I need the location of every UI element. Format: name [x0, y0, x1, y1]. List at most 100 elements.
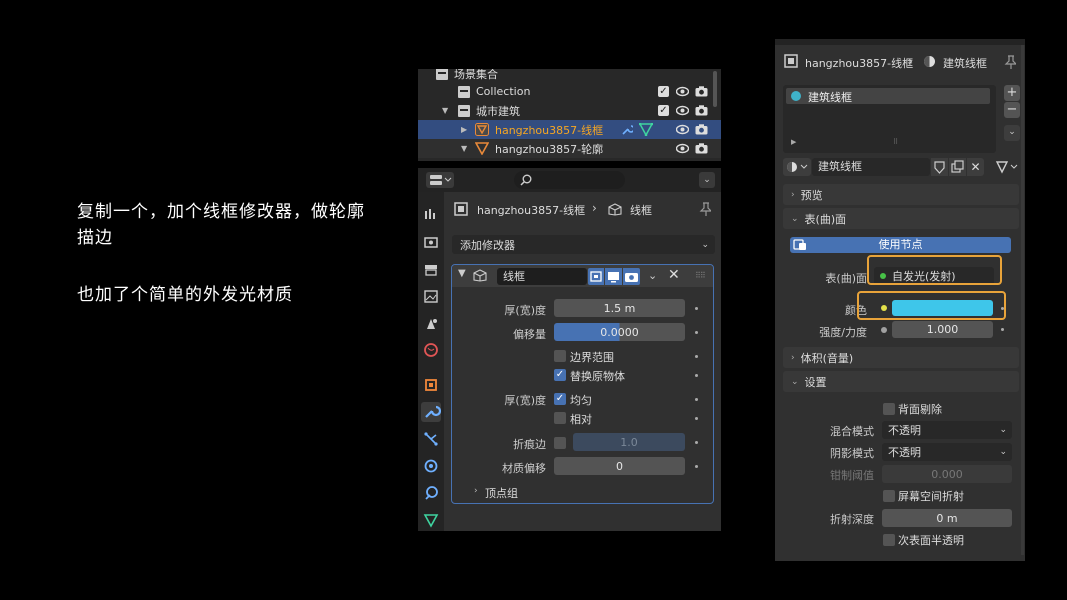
material-offset-field[interactable]: 0	[554, 457, 685, 475]
even-checkbox[interactable]: ✓	[554, 393, 566, 405]
eye-icon[interactable]	[676, 124, 689, 135]
search-icon	[520, 174, 532, 186]
material-name-field[interactable]: 建筑线框	[812, 158, 930, 176]
animate-dot-icon[interactable]	[1001, 328, 1004, 331]
strength-field[interactable]: 1.000	[892, 321, 993, 338]
chevron-down-icon: ⌄	[999, 425, 1007, 435]
tab-view-layer[interactable]	[421, 286, 441, 306]
expand-arrow-icon[interactable]: ▼	[442, 106, 448, 115]
camera-icon[interactable]	[695, 143, 708, 154]
outliner-row-scene-collection[interactable]: 场景集合	[418, 69, 721, 83]
crease-checkbox[interactable]	[554, 437, 566, 449]
preview-section-header[interactable]: › 预览	[783, 184, 1019, 205]
offset-slider[interactable]: 0.0000	[554, 323, 685, 341]
replace-original-checkbox[interactable]: ✓	[554, 369, 566, 381]
shadow-mode-dropdown[interactable]: 不透明 ⌄	[882, 443, 1012, 461]
thickness-field[interactable]: 1.5 m	[554, 299, 685, 317]
camera-icon[interactable]	[695, 124, 708, 135]
unlink-material-button[interactable]: ✕	[967, 158, 984, 176]
editor-type-dropdown[interactable]	[426, 172, 454, 188]
ssr-checkbox[interactable]	[883, 490, 895, 502]
outliner-row-collection[interactable]: Collection ✓	[418, 82, 721, 101]
eye-icon[interactable]	[676, 105, 689, 116]
wrench-icon[interactable]	[621, 124, 635, 139]
animate-dot-icon[interactable]	[695, 307, 698, 310]
tab-modifiers[interactable]	[421, 402, 442, 422]
panel-scrollbar[interactable]	[1021, 45, 1024, 555]
backface-culling-checkbox[interactable]	[883, 403, 895, 415]
include-checkbox[interactable]: ✓	[658, 105, 669, 116]
modifier-name-field[interactable]: 线框	[497, 268, 587, 285]
link-type-dropdown[interactable]	[994, 158, 1021, 176]
vertex-group-subpanel[interactable]: 顶点组	[485, 485, 518, 501]
tab-scene[interactable]	[421, 313, 441, 333]
use-nodes-button[interactable]: 使用节点	[790, 237, 1011, 253]
camera-icon[interactable]	[695, 86, 708, 97]
expand-arrow-icon[interactable]: ▶	[461, 125, 467, 134]
resize-grip-icon[interactable]: ⠿	[893, 138, 898, 146]
header-options-dropdown[interactable]: ⌄	[699, 172, 715, 188]
collapse-arrow-icon[interactable]: ▼	[458, 268, 466, 279]
settings-label: 设置	[804, 375, 827, 389]
tab-constraints[interactable]	[421, 483, 441, 503]
surface-label: 表(曲)面	[825, 272, 867, 285]
expand-arrow-icon[interactable]: ▶	[791, 138, 796, 146]
tab-render[interactable]	[421, 232, 441, 252]
fake-user-button[interactable]	[931, 158, 948, 176]
animate-dot-icon[interactable]	[695, 331, 698, 334]
editmode-toggle[interactable]	[588, 268, 604, 285]
animate-dot-icon[interactable]	[695, 465, 698, 468]
add-modifier-dropdown[interactable]: 添加修改器 ⌄	[452, 235, 715, 254]
tab-output[interactable]	[421, 259, 441, 279]
viewport-display-toggle[interactable]	[605, 268, 622, 285]
thickness-mode-label: 厚(宽)度	[504, 394, 546, 407]
blend-mode-dropdown[interactable]: 不透明 ⌄	[882, 421, 1012, 439]
animate-dot-icon[interactable]	[695, 441, 698, 444]
tab-world[interactable]	[421, 340, 441, 360]
mesh-data-icon[interactable]	[638, 122, 654, 139]
volume-section-header[interactable]: › 体积(音量)	[783, 347, 1019, 368]
pin-icon[interactable]	[699, 202, 713, 219]
tab-object[interactable]	[421, 375, 441, 395]
slot-specials-button[interactable]: ⌄	[1004, 125, 1020, 141]
relative-checkbox[interactable]	[554, 412, 566, 424]
expand-arrow-icon[interactable]: ›	[474, 486, 478, 496]
subsurface-translucency-checkbox[interactable]	[883, 534, 895, 546]
search-input[interactable]	[514, 171, 625, 189]
add-slot-button[interactable]: +	[1004, 85, 1020, 101]
animate-dot-icon[interactable]	[695, 417, 698, 420]
tab-particles[interactable]	[421, 429, 441, 449]
render-toggle[interactable]	[623, 268, 640, 285]
outliner-scrollbar[interactable]	[713, 71, 717, 107]
wireframe-modifier-box: ▼ 线框 ⌄ ✕ ⠿⠿ 厚(宽)度 1.5 m 偏移量 0.0000 边界范围 …	[451, 264, 714, 504]
strength-socket-icon[interactable]	[881, 327, 887, 333]
boundary-checkbox[interactable]	[554, 350, 566, 362]
camera-icon[interactable]	[695, 105, 708, 116]
crease-weight-field[interactable]: 1.0	[573, 433, 685, 451]
pin-icon[interactable]	[1004, 55, 1018, 72]
drag-handle-icon[interactable]: ⠿⠿	[695, 271, 706, 280]
tab-physics[interactable]	[421, 456, 441, 476]
expand-arrow-icon[interactable]: ▼	[461, 144, 467, 153]
browse-material-button[interactable]	[783, 158, 811, 176]
chevron-down-icon[interactable]: ⌄	[648, 269, 657, 282]
material-slot-row[interactable]: 建筑线框	[786, 88, 990, 104]
remove-slot-button[interactable]: −	[1004, 102, 1020, 118]
settings-section-header[interactable]: ⌄ 设置	[783, 371, 1019, 392]
include-checkbox[interactable]: ✓	[658, 86, 669, 97]
close-icon[interactable]: ✕	[668, 267, 680, 283]
animate-dot-icon[interactable]	[695, 398, 698, 401]
tab-tool[interactable]	[421, 204, 441, 224]
animate-dot-icon[interactable]	[695, 374, 698, 377]
surface-section-header[interactable]: ⌄ 表(曲)面	[783, 208, 1019, 229]
clip-threshold-field[interactable]: 0.000	[882, 465, 1012, 483]
eye-icon[interactable]	[676, 143, 689, 154]
refraction-depth-field[interactable]: 0 m	[882, 509, 1012, 527]
tab-data[interactable]	[421, 510, 441, 530]
eye-icon[interactable]	[676, 86, 689, 97]
duplicate-material-button[interactable]	[949, 158, 966, 176]
outliner-row-wireframe-object[interactable]: ▶ hangzhou3857-线框	[418, 120, 721, 139]
outliner-row-city-buildings[interactable]: ▼ 城市建筑 ✓	[418, 101, 721, 120]
animate-dot-icon[interactable]	[695, 355, 698, 358]
outliner-row-outline-object[interactable]: ▼ hangzhou3857-轮廓	[418, 139, 721, 158]
